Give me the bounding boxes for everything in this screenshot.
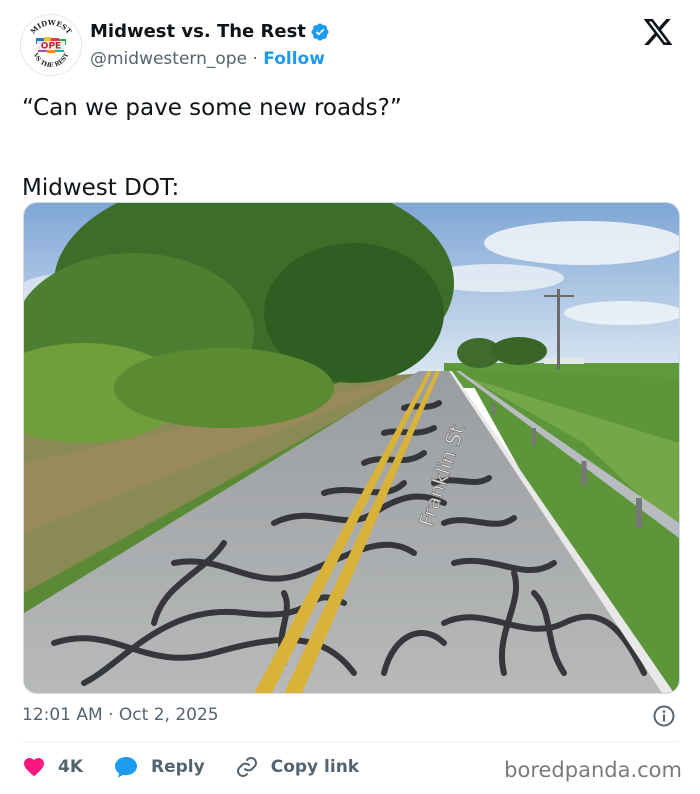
svg-text:OPE: OPE xyxy=(41,42,61,52)
tweet-header: MIDWEST VS THE REST OPE Midwest vs. The … xyxy=(20,14,680,78)
display-name[interactable]: Midwest vs. The Rest xyxy=(90,20,306,44)
avatar[interactable]: MIDWEST VS THE REST OPE xyxy=(20,14,82,76)
link-icon xyxy=(236,757,257,777)
time: 12:01 AM xyxy=(22,705,103,725)
author-info: Midwest vs. The Rest @midwestern_ope · F… xyxy=(90,20,330,72)
handle[interactable]: @midwestern_ope xyxy=(90,49,247,69)
tweet-text: “Can we pave some new roads?” Midwest DO… xyxy=(22,95,402,201)
reply-button[interactable]: Reply xyxy=(113,755,205,779)
watermark: boredpanda.com xyxy=(504,758,682,782)
verified-badge-icon xyxy=(311,23,329,41)
timestamp[interactable]: 12:01 AM · Oct 2, 2025 xyxy=(22,703,219,727)
separator: · xyxy=(252,49,258,69)
info-icon[interactable] xyxy=(652,704,676,728)
tweet-image[interactable]: Franklin St xyxy=(23,202,680,694)
action-bar: 4K Reply Copy link xyxy=(22,752,389,782)
heart-icon xyxy=(24,758,44,777)
date: Oct 2, 2025 xyxy=(118,705,219,725)
road-photo: Franklin St xyxy=(24,203,679,693)
reply-bubble-icon xyxy=(115,757,138,778)
like-count: 4K xyxy=(58,757,84,777)
reply-label: Reply xyxy=(151,757,205,777)
timestamp-separator: · xyxy=(108,705,114,725)
x-logo-icon[interactable] xyxy=(642,16,674,48)
follow-button[interactable]: Follow xyxy=(263,49,325,69)
divider xyxy=(22,741,678,742)
copy-link-button[interactable]: Copy link xyxy=(235,755,359,779)
like-button[interactable]: 4K xyxy=(22,755,83,779)
handle-row: @midwestern_ope · Follow xyxy=(90,46,330,72)
copy-link-label: Copy link xyxy=(270,757,360,777)
avatar-logo: MIDWEST VS THE REST OPE xyxy=(22,16,80,74)
